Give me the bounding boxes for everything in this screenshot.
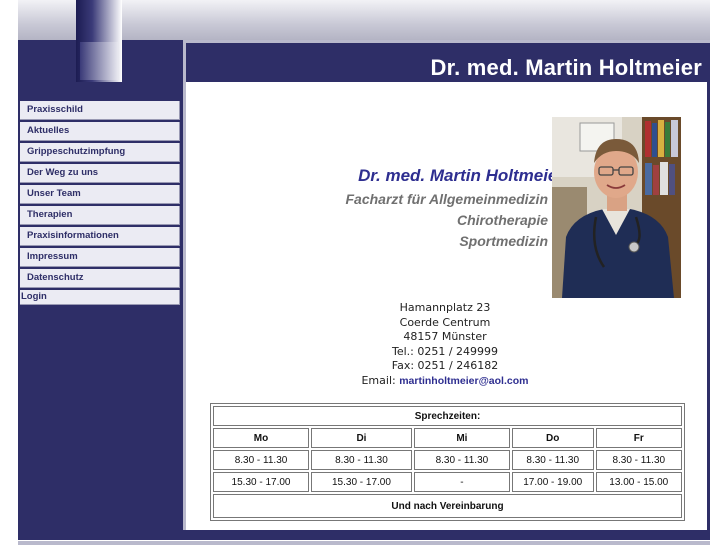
page-title: Dr. med. Martin Holtmeier: [430, 55, 702, 80]
menu-item-aktuelles[interactable]: Aktuelles: [20, 122, 180, 141]
address-email-row: Email: martinholtmeier@aol.com: [300, 374, 590, 389]
hours-cell: 15.30 - 17.00: [213, 472, 310, 492]
hours-cell: 13.00 - 15.00: [595, 472, 682, 492]
address-street: Hamannplatz 23: [399, 301, 491, 314]
menu-item-der-weg-zu-uns[interactable]: Der Weg zu uns: [20, 164, 180, 183]
specialty-line: Sportmedizin: [459, 233, 548, 249]
address-area: Coerde Centrum: [399, 315, 491, 329]
menu-item-unser-team[interactable]: Unser Team: [20, 185, 180, 204]
page-header: Dr. med. Martin Holtmeier: [186, 40, 710, 82]
menu-item-impressum[interactable]: Impressum: [20, 248, 180, 267]
table-row: Sprechzeiten:: [213, 406, 682, 426]
right-border: [707, 82, 710, 532]
day-header-mi: Mi: [413, 428, 510, 448]
hours-footer: Und nach Vereinbarung: [213, 494, 682, 518]
table-row: 15.30 - 17.00 15.30 - 17.00 - 17.00 - 19…: [213, 472, 682, 492]
day-header-mo: Mo: [213, 428, 310, 448]
address-fax: Fax: 0251 / 246182: [391, 359, 499, 372]
menu-item-login[interactable]: Login: [20, 290, 180, 305]
table-row: Mo Di Mi Do Fr: [213, 428, 682, 448]
office-hours-table: Sprechzeiten: Mo Di Mi Do Fr 8.30 - 11.3…: [210, 403, 685, 521]
email-link[interactable]: martinholtmeier@aol.com: [399, 375, 528, 387]
hours-cell: 8.30 - 11.30: [311, 450, 412, 470]
table-row: Und nach Vereinbarung: [213, 494, 682, 518]
logo-mark: [80, 42, 118, 80]
menu-item-praxisinformationen[interactable]: Praxisinformationen: [20, 227, 180, 246]
hours-cell: 17.00 - 19.00: [511, 472, 594, 492]
menu-item-datenschutz[interactable]: Datenschutz: [20, 269, 180, 288]
doctor-photo: [552, 117, 681, 298]
contact-address: Hamannplatz 23 Coerde Centrum 48157 Müns…: [300, 301, 590, 388]
address-city: 48157 Münster: [403, 330, 487, 343]
table-row: 8.30 - 11.30 8.30 - 11.30 8.30 - 11.30 8…: [213, 450, 682, 470]
doctor-name: Dr. med. Martin Holtmeier: [358, 166, 564, 185]
sidebar-menu: Praxisschild Aktuelles Grippeschutzimpfu…: [20, 101, 180, 307]
address-tel: Tel.: 0251 / 249999: [391, 344, 499, 358]
email-label: Email:: [361, 373, 396, 387]
hours-cell: 8.30 - 11.30: [595, 450, 682, 470]
menu-item-therapien[interactable]: Therapien: [20, 206, 180, 225]
footer-bar: [18, 530, 710, 540]
hours-cell: 8.30 - 11.30: [413, 450, 510, 470]
day-header-fr: Fr: [595, 428, 682, 448]
footer-line: [18, 541, 710, 545]
day-header-do: Do: [511, 428, 594, 448]
day-header-di: Di: [311, 428, 412, 448]
hours-title: Sprechzeiten:: [213, 406, 682, 426]
hours-cell: 8.30 - 11.30: [213, 450, 310, 470]
specialty-line: Facharzt für Allgemeinmedizin: [345, 191, 548, 207]
hours-cell: -: [413, 472, 510, 492]
menu-item-grippeschutzimpfung[interactable]: Grippeschutzimpfung: [20, 143, 180, 162]
hours-cell: 8.30 - 11.30: [511, 450, 594, 470]
hours-cell: 15.30 - 17.00: [311, 472, 412, 492]
specialty-line: Chirotherapie: [456, 212, 548, 228]
menu-item-praxisschild[interactable]: Praxisschild: [20, 101, 180, 120]
